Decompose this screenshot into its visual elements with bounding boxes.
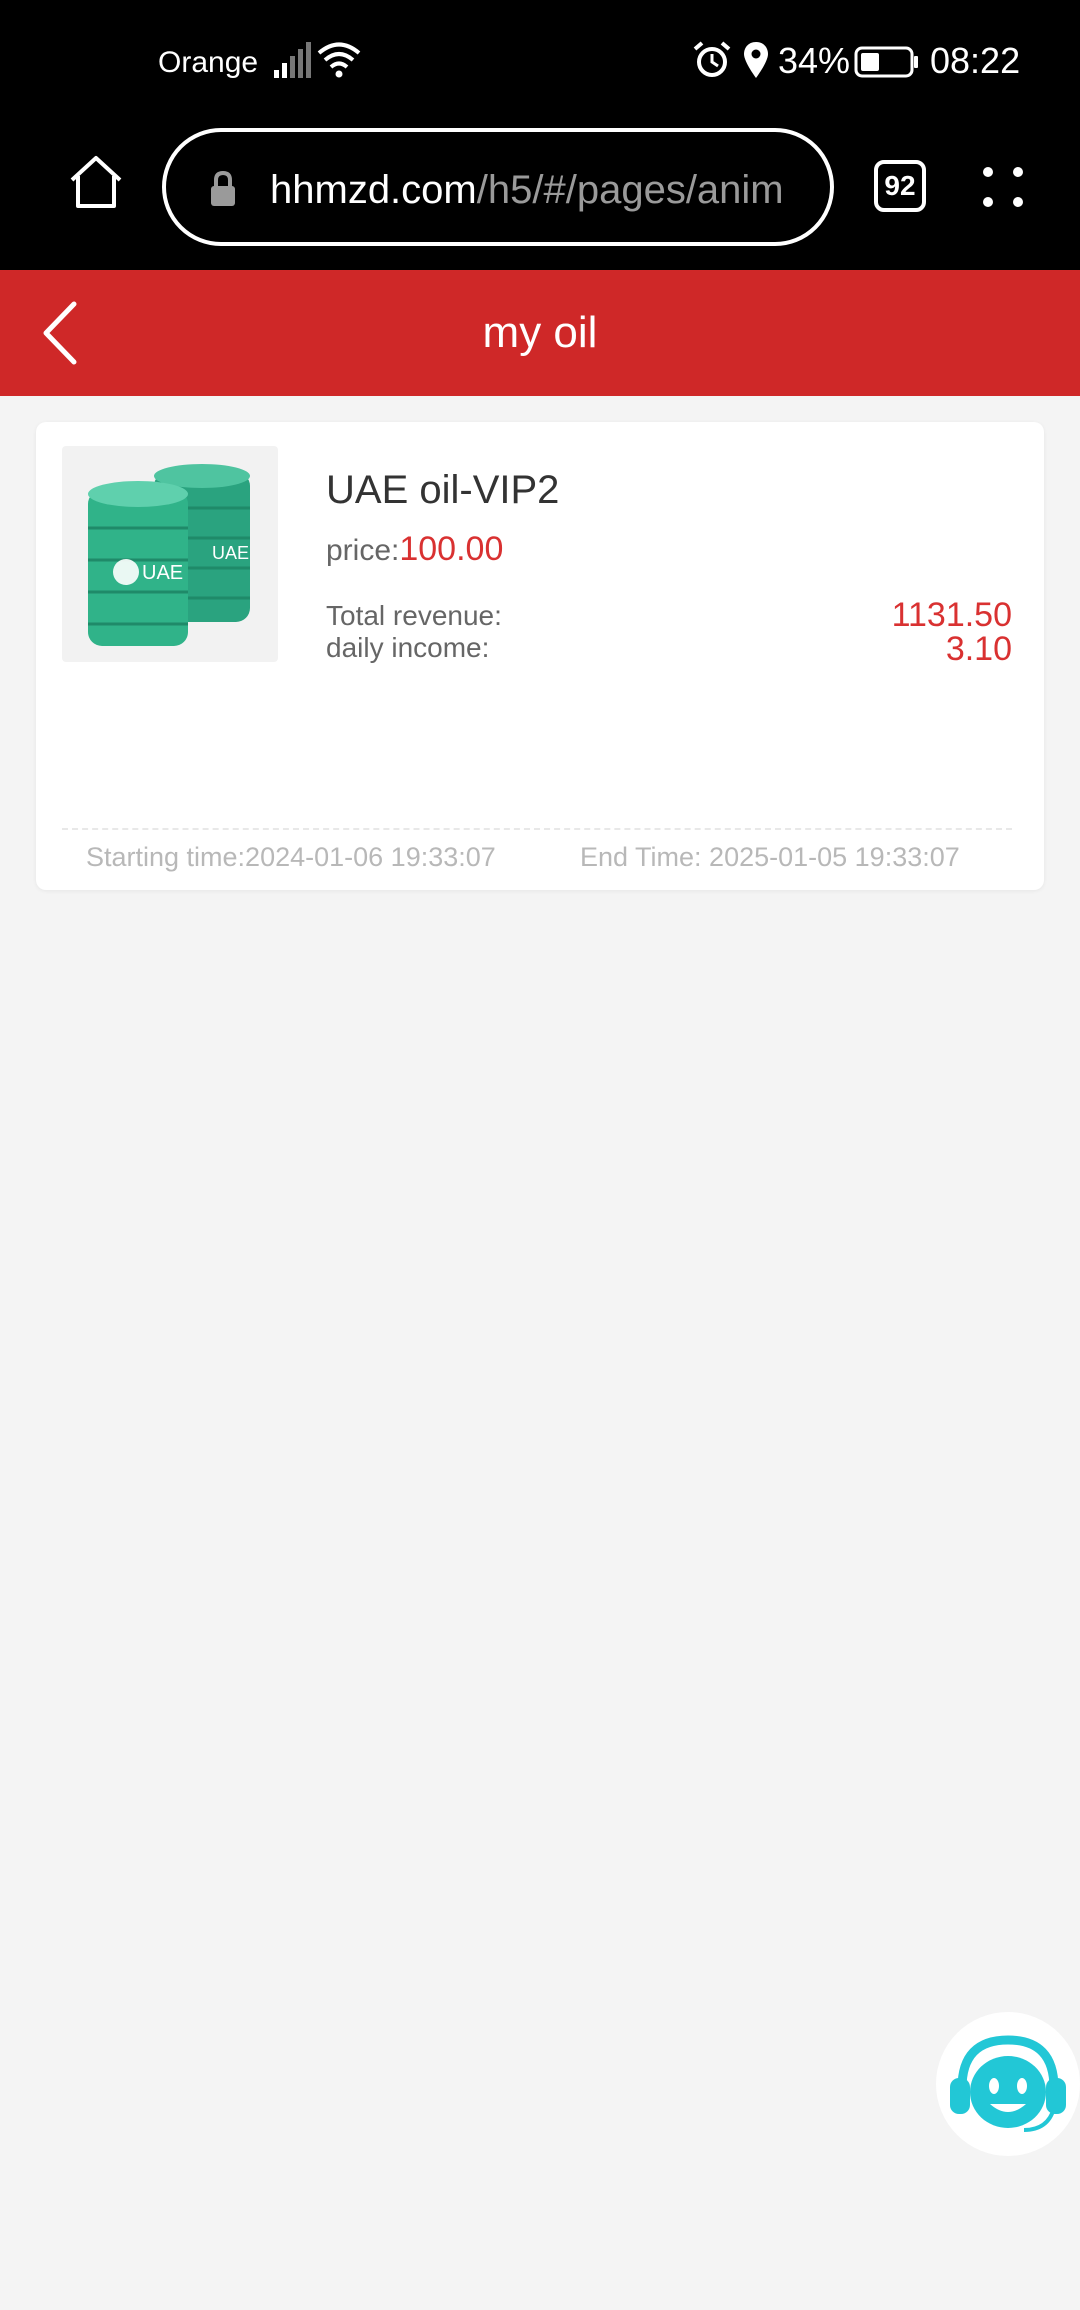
- oil-barrels-icon: UAE UAE: [88, 464, 250, 646]
- customer-support-button[interactable]: [936, 2012, 1080, 2156]
- battery-icon: [854, 46, 918, 78]
- page-title: my oil: [482, 308, 598, 357]
- total-revenue-label: Total revenue:: [326, 600, 502, 631]
- lock-icon: [211, 170, 235, 206]
- product-name: UAE oil-VIP2: [326, 468, 560, 512]
- product-image: UAE UAE: [62, 446, 278, 662]
- alarm-icon: [693, 41, 731, 77]
- app-header: my oil: [0, 270, 1080, 396]
- carrier-name: Orange: [158, 46, 259, 79]
- location-icon: [744, 42, 768, 78]
- address-bar[interactable]: hhmzd.com/h5/#/pages/anim: [162, 128, 834, 246]
- home-icon[interactable]: [66, 152, 126, 212]
- url-path: /h5/#/pages/anim: [476, 168, 784, 212]
- price-line: price:100.00: [326, 530, 503, 569]
- divider: [62, 828, 1012, 830]
- back-barrel-label: UAE: [212, 543, 249, 563]
- status-bar: Orange 34% 08:22: [0, 0, 1080, 128]
- url-domain: hhmzd.com: [270, 168, 477, 212]
- cellular-signal-icon: [274, 42, 311, 78]
- start-time: Starting time:2024-01-06 19:33:07: [86, 842, 496, 872]
- daily-income-label: daily income:: [326, 632, 490, 663]
- back-arrow-icon[interactable]: [36, 298, 86, 368]
- browser-toolbar: hhmzd.com/h5/#/pages/anim 92: [0, 128, 1080, 270]
- url-text: hhmzd.com/h5/#/pages/anim: [270, 162, 810, 218]
- clock: 08:22: [930, 40, 1021, 81]
- tabs-count-button[interactable]: 92: [874, 160, 926, 212]
- end-time: End Time: 2025-01-05 19:33:07: [580, 842, 960, 872]
- daily-income-value: 3.10: [945, 630, 1012, 668]
- wifi-icon: [317, 42, 361, 78]
- battery-percent: 34%: [778, 40, 851, 81]
- support-headset-icon: [950, 2035, 1066, 2132]
- price-value: 100.00: [399, 530, 504, 568]
- more-menu-icon[interactable]: [978, 162, 1028, 212]
- front-barrel-label: UAE: [142, 562, 183, 584]
- oil-order-card[interactable]: UAE UAE UAE oil-VIP2 price:100.00 Total …: [36, 422, 1044, 890]
- price-label: price:: [326, 534, 400, 567]
